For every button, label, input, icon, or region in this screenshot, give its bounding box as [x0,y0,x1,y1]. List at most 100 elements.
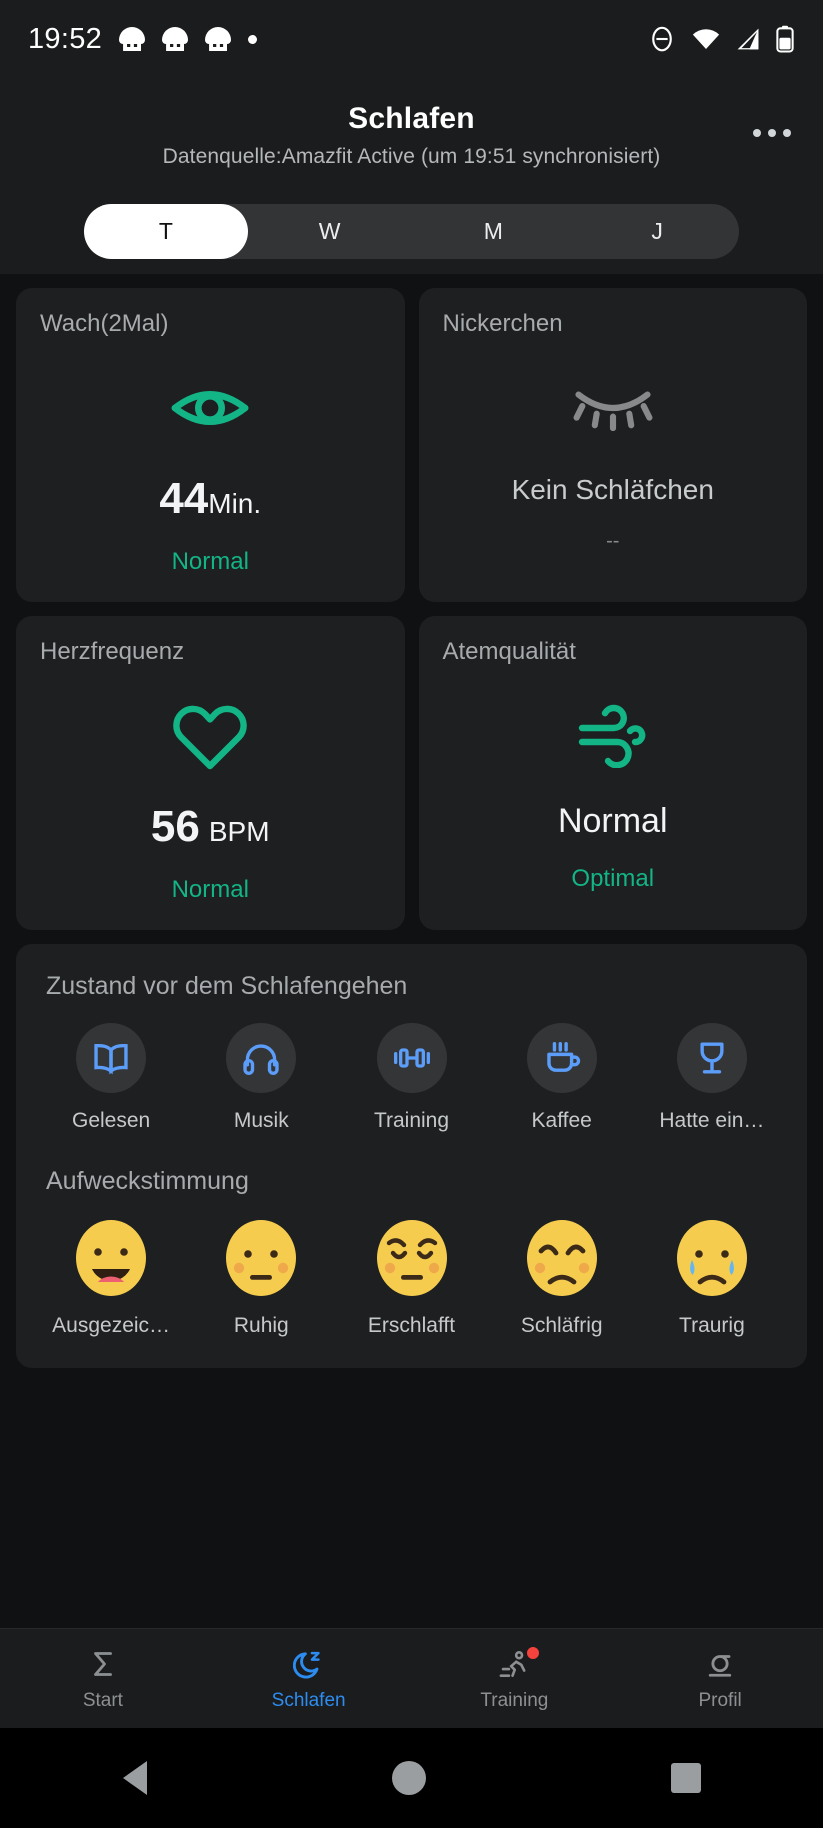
page-title: Schlafen [348,102,475,136]
crying-face-icon [670,1216,754,1300]
card-value-text: Kein Schläfchen [512,474,714,506]
data-source-subtitle: Datenquelle:Amazfit Active (um 19:51 syn… [163,145,661,169]
notification-badge [527,1647,539,1659]
status-badge: Normal [172,548,249,576]
nav-item-sleep[interactable]: Schlafen [206,1629,412,1728]
mood-label: Ausgezeic… [52,1314,170,1338]
main-content: Wach(2Mal) 44 Min. Normal [0,274,823,1628]
sigma-lowercase-icon [705,1646,735,1682]
coffee-cup-icon [527,1023,597,1093]
mood-label: Schläfrig [521,1314,603,1338]
book-icon [76,1023,146,1093]
android-navigation-bar [0,1728,823,1828]
heart-icon [172,700,248,772]
bottom-navigation: Start Schlafen Tra [0,1628,823,1728]
activity-chip-music[interactable]: Musik [186,1023,336,1133]
metric-row-1: Wach(2Mal) 44 Min. Normal [16,288,807,602]
status-bar-right [647,24,795,54]
mood-label: Erschlafft [368,1314,455,1338]
game-controller-icon [119,27,145,51]
card-heart-rate[interactable]: Herzfrequenz 56 BPM Normal [16,616,405,930]
moon-zzz-icon [293,1646,325,1682]
wifi-icon [691,27,721,51]
status-bar-left: 19:52 [28,23,257,56]
activity-chip-coffee[interactable]: Kaffee [487,1023,637,1133]
nav-item-training[interactable]: Training [412,1629,618,1728]
card-value-unit: BPM [209,816,270,848]
activity-chip-label: Gelesen [72,1109,150,1133]
status-bar-clock: 19:52 [28,23,102,56]
activity-chip-label: Training [374,1109,449,1133]
weary-face-icon [370,1216,454,1300]
card-value-text: Normal [558,802,668,841]
period-tab-bar: T W M J [0,188,823,274]
nav-label: Schlafen [272,1690,346,1712]
status-badge: -- [606,530,619,553]
bedtime-state-card: Zustand vor dem Schlafengehen Gelesen [16,944,807,1368]
card-awake[interactable]: Wach(2Mal) 44 Min. Normal [16,288,405,602]
activity-chip-drink[interactable]: Hatte ein… [637,1023,787,1133]
more-notifications-dot [248,35,257,44]
cellular-signal-icon [735,27,761,51]
card-value: 44 Min. [159,474,261,524]
nav-label: Training [480,1690,548,1712]
status-badge: Normal [172,876,249,904]
nav-label: Start [83,1690,123,1712]
sad-face-icon [520,1216,604,1300]
card-value: Kein Schläfchen [512,474,714,506]
mood-item-excellent[interactable]: Ausgezeic… [36,1216,186,1338]
mood-item-weary[interactable]: Erschlafft [336,1216,486,1338]
open-eye-icon [171,372,249,444]
battery-icon [775,25,795,53]
nav-item-start[interactable]: Start [0,1629,206,1728]
tab-year[interactable]: J [575,204,739,259]
activity-chip-label: Hatte ein… [659,1109,764,1133]
activity-chip-read[interactable]: Gelesen [36,1023,186,1133]
tab-month[interactable]: M [412,204,576,259]
card-title: Wach(2Mal) [40,310,381,338]
card-nap[interactable]: Nickerchen Kein Schläfchen [419,288,808,602]
breath-wind-icon [576,700,650,772]
status-bar: 19:52 [0,0,823,78]
card-value-number: 56 [151,802,200,852]
card-title: Herzfrequenz [40,638,381,666]
card-value: 56 BPM [151,802,270,852]
card-title: Nickerchen [443,310,784,338]
back-triangle-icon[interactable] [123,1761,147,1795]
mood-item-sad[interactable]: Traurig [637,1216,787,1338]
activity-chip-row: Gelesen Musik [36,1023,787,1133]
card-value: Normal [558,802,668,841]
more-options-icon[interactable] [749,115,795,151]
page-header: Schlafen Datenquelle:Amazfit Active (um … [0,78,823,188]
activity-chip-label: Musik [234,1109,289,1133]
app-screen: 19:52 [0,0,823,1828]
mood-label: Traurig [679,1314,745,1338]
tab-day[interactable]: T [84,204,248,259]
mood-item-calm[interactable]: Ruhig [186,1216,336,1338]
section-title-wake-mood: Aufweckstimmung [36,1167,787,1196]
card-breathing-quality[interactable]: Atemqualität Normal Optimal [419,616,808,930]
neutral-face-icon [219,1216,303,1300]
metric-row-2: Herzfrequenz 56 BPM Normal Atemqualität [16,616,807,930]
game-controller-icon [205,27,231,51]
mood-label: Ruhig [234,1314,289,1338]
card-title: Atemqualität [443,638,784,666]
mood-item-sleepy[interactable]: Schläfrig [487,1216,637,1338]
card-value-unit: Min. [208,488,261,520]
wine-glass-icon [677,1023,747,1093]
nav-item-profile[interactable]: Profil [617,1629,823,1728]
section-title-bedtime-state: Zustand vor dem Schlafengehen [36,972,787,1001]
activity-chip-workout[interactable]: Training [336,1023,486,1133]
recents-square-icon[interactable] [671,1763,701,1793]
activity-chip-label: Kaffee [532,1109,592,1133]
mood-row: Ausgezeic… Ruhig [36,1216,787,1338]
closed-eye-icon [572,372,654,444]
sigma-icon [88,1646,118,1682]
game-controller-icon [162,27,188,51]
running-icon [498,1646,530,1682]
headphones-icon [226,1023,296,1093]
card-value-number: 44 [159,474,208,524]
status-badge: Optimal [571,865,654,893]
tab-week[interactable]: W [248,204,412,259]
home-circle-icon[interactable] [392,1761,426,1795]
